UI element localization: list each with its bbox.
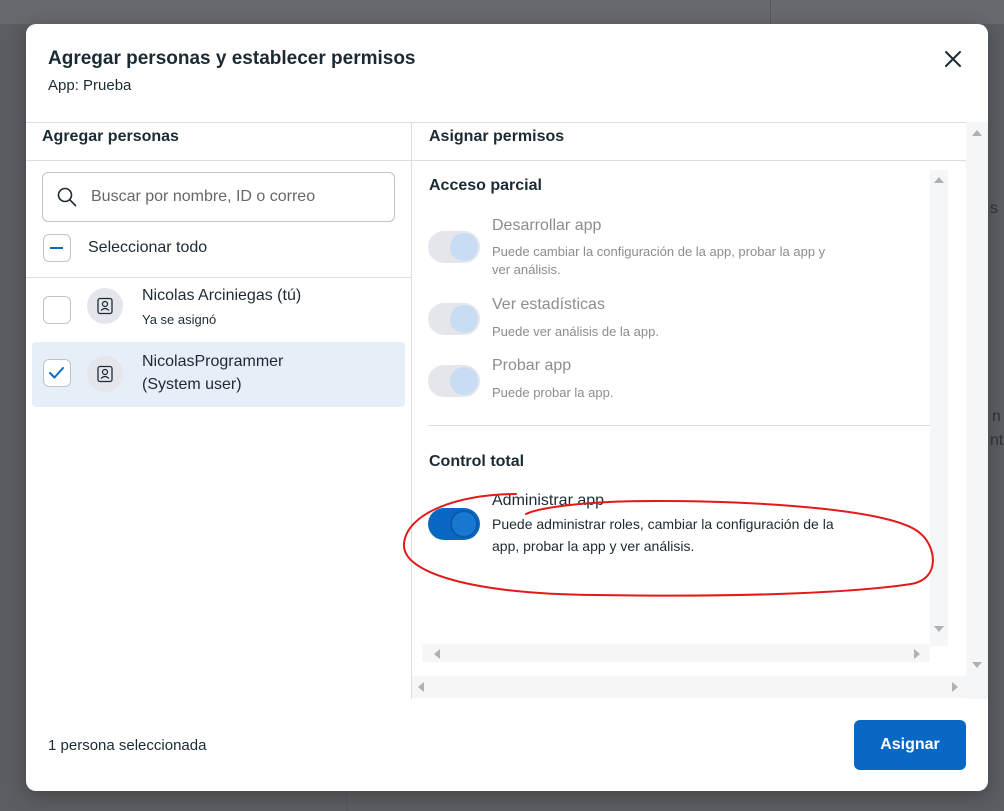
add-people-dialog: Agregar personas y establecer permisos A… xyxy=(26,24,988,791)
scroll-up-arrow-icon[interactable] xyxy=(972,130,982,136)
permission-description: ver análisis. xyxy=(492,262,561,277)
inner-scroll-left-arrow-icon[interactable] xyxy=(434,649,440,659)
selected-count-text: 1 persona seleccionada xyxy=(48,737,207,754)
person-row-nicolas-arciniegas[interactable]: Nicolas Arciniegas (tú) Ya se asignó xyxy=(32,280,405,340)
footer-divider xyxy=(26,699,988,700)
assign-permissions-heading: Asignar permisos xyxy=(429,128,565,145)
assign-button[interactable]: Asignar xyxy=(854,720,966,770)
background-panel-top xyxy=(0,0,1004,24)
select-all-divider xyxy=(26,277,411,278)
left-heading-divider xyxy=(26,160,411,161)
inner-scroll-up-arrow-icon[interactable] xyxy=(934,177,944,183)
column-divider xyxy=(411,122,412,699)
person-name: Nicolas Arciniegas (tú) xyxy=(142,287,302,304)
outer-scrollbar[interactable] xyxy=(966,122,988,699)
permission-description: Puede ver análisis de la app. xyxy=(492,324,659,339)
red-annotation-ellipse xyxy=(402,493,934,597)
outer-horizontal-scrollbar[interactable] xyxy=(412,676,966,698)
search-field[interactable] xyxy=(42,172,395,222)
person-checkbox-checked[interactable] xyxy=(43,359,71,387)
inner-scroll-right-arrow-icon[interactable] xyxy=(914,649,920,659)
permission-name: Desarrollar app xyxy=(492,217,602,234)
background-text: n xyxy=(992,408,1001,425)
person-name: NicolasProgrammer xyxy=(142,353,284,370)
select-all-label: Seleccionar todo xyxy=(88,239,208,256)
permission-name: Probar app xyxy=(492,357,572,374)
scroll-left-arrow-icon[interactable] xyxy=(418,682,424,692)
person-assigned-note: Ya se asignó xyxy=(142,312,217,327)
person-avatar-icon xyxy=(87,356,123,392)
dialog-subtitle: App: Prueba xyxy=(48,77,132,94)
partial-access-title: Acceso parcial xyxy=(429,177,542,194)
permission-name: Ver estadísticas xyxy=(492,296,605,313)
search-icon xyxy=(57,187,77,212)
inner-scroll-down-arrow-icon[interactable] xyxy=(934,626,944,632)
scroll-right-arrow-icon[interactable] xyxy=(952,682,958,692)
person-name-suffix: (System user) xyxy=(142,376,242,393)
search-input[interactable] xyxy=(89,185,389,209)
permission-description: Puede cambiar la configuración de la app… xyxy=(492,244,826,259)
background-text: nt xyxy=(990,432,1004,449)
select-all-checkbox[interactable] xyxy=(43,234,71,262)
close-icon[interactable] xyxy=(940,46,966,72)
section-divider xyxy=(428,425,930,426)
add-people-heading: Agregar personas xyxy=(42,128,179,145)
checkmark-icon xyxy=(49,367,64,379)
toggle-develop-app[interactable] xyxy=(428,231,480,263)
background-text: s xyxy=(990,200,998,217)
dialog-title: Agregar personas y establecer permisos xyxy=(48,48,416,69)
permission-description: Puede probar la app. xyxy=(492,385,614,400)
background-divider xyxy=(346,790,347,811)
toggle-test-app[interactable] xyxy=(428,365,480,397)
background-divider xyxy=(770,0,771,24)
scroll-down-arrow-icon[interactable] xyxy=(972,662,982,668)
person-row-nicolasprogrammer[interactable]: NicolasProgrammer (System user) xyxy=(32,342,405,407)
right-heading-divider xyxy=(412,160,966,161)
toggle-view-stats[interactable] xyxy=(428,303,480,335)
inner-horizontal-scrollbar[interactable] xyxy=(422,644,930,662)
person-checkbox[interactable] xyxy=(43,296,71,324)
header-divider xyxy=(26,122,988,123)
person-avatar-icon xyxy=(87,288,123,324)
